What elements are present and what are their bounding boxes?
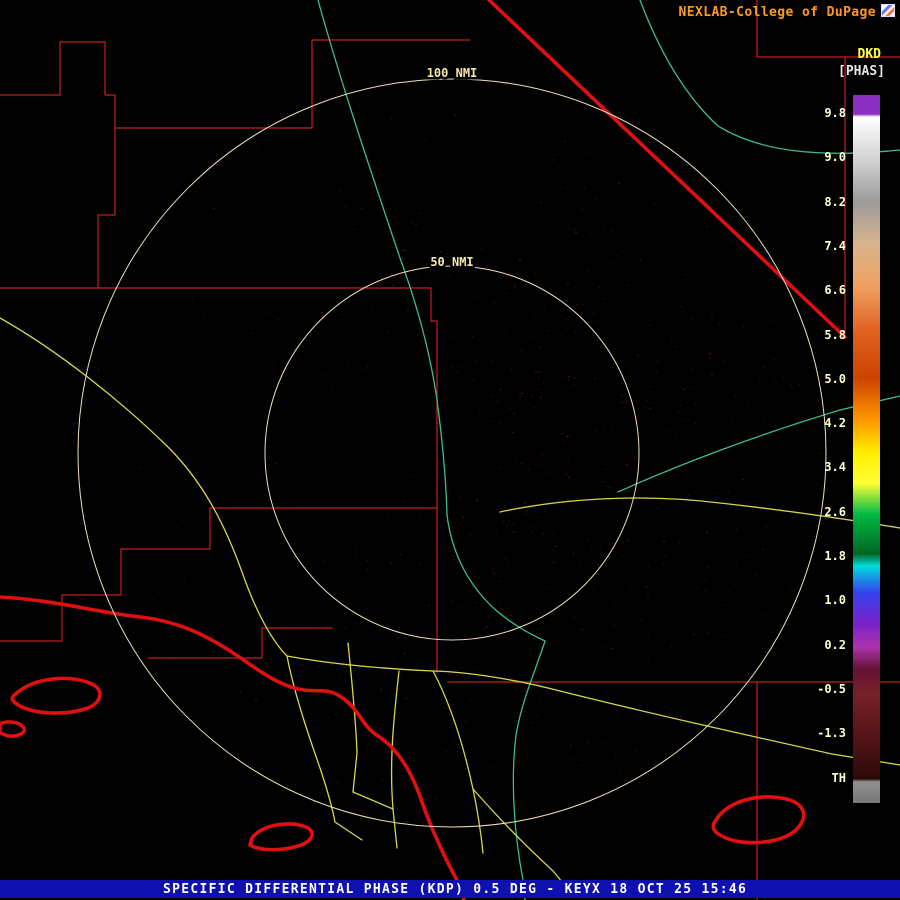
colorbar-tick-label: TH: [831, 770, 846, 785]
state-coast-line: [0, 720, 27, 738]
brand-text: NEXLAB-College of DuPage: [678, 5, 876, 20]
colorbar-tick-label: 7.4: [824, 238, 846, 253]
colorbar-tick-label: 9.0: [824, 150, 846, 165]
colorbar-tick-label: 0.2: [824, 637, 846, 652]
river-line: [512, 640, 546, 900]
range-ring-label: 50 NMI: [430, 255, 473, 269]
cod-logo-icon: [881, 4, 895, 17]
river-line: [446, 514, 546, 642]
road-line: [352, 791, 394, 810]
county-line: [147, 627, 333, 659]
road-line: [432, 670, 484, 854]
colorbar-tick-label: 4.2: [824, 416, 846, 431]
product-id-label: DKD: [857, 47, 881, 62]
colorbar-tick-label: 5.8: [824, 327, 846, 342]
colorbar-tick-label: 1.8: [824, 549, 846, 563]
map-svg: 100 NMI 50 NMI: [0, 0, 900, 900]
county-line: [0, 507, 438, 642]
colorbar-tick-label: -1.3: [817, 726, 846, 741]
road-line: [286, 655, 363, 841]
state-coast-line: [10, 676, 102, 715]
colorbar-tick-label: 6.6: [824, 283, 846, 298]
range-ring-label: 100 NMI: [427, 66, 478, 80]
product-units-label: [PHAS]: [838, 64, 885, 79]
county-line: [0, 41, 116, 129]
colorbar: [853, 95, 880, 803]
colorbar-tick-label: 9.8: [824, 106, 846, 120]
colorbar-tick-label: 1.0: [824, 593, 846, 608]
radar-display: 100 NMI 50 NMI NEXLAB-College of DuPage D…: [0, 0, 900, 900]
road-line: [472, 788, 564, 884]
state-coast-line: [711, 795, 806, 845]
county-line: [0, 287, 438, 509]
range-ring: [264, 265, 640, 641]
road-line: [0, 317, 288, 657]
status-bar: SPECIFIC DIFFERENTIAL PHASE (KDP) 0.5 DE…: [0, 880, 900, 898]
colorbar-tick-label: -0.5: [817, 681, 846, 696]
status-bar-text: SPECIFIC DIFFERENTIAL PHASE (KDP) 0.5 DE…: [163, 882, 748, 897]
colorbar-tick-label: 3.4: [824, 460, 846, 475]
road-line: [286, 655, 561, 692]
colorbar-tick-label: 2.6: [824, 504, 846, 519]
road-line: [559, 690, 900, 766]
colorbar-tick-label: 5.0: [824, 371, 846, 386]
state-coast-line: [0, 595, 466, 900]
state-coast-line: [248, 822, 314, 852]
county-line: [97, 127, 116, 289]
road-line: [390, 670, 400, 849]
colorbar-tick-label: 8.2: [824, 194, 846, 209]
